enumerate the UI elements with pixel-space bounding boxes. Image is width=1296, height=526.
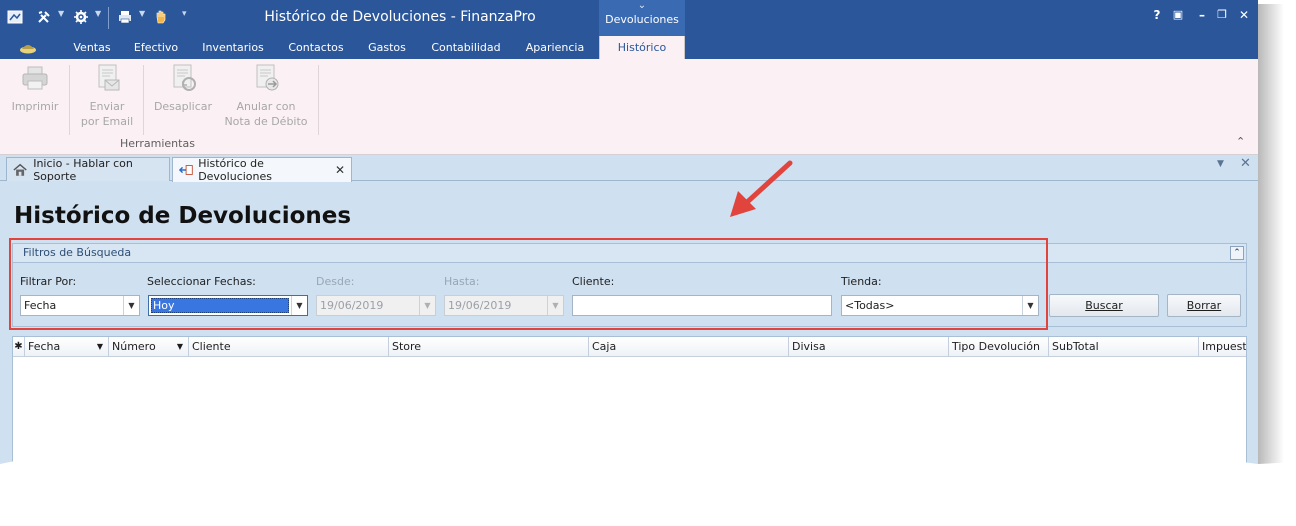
collapse-filters-button[interactable]: ⌃ [1230, 246, 1244, 260]
ribbon-group-label: Herramientas [120, 137, 195, 150]
col-fecha-label: Fecha [28, 340, 61, 353]
col-caja-label: Caja [592, 340, 617, 353]
send-email-button[interactable]: Enviar por Email [75, 63, 139, 129]
grid-header: ✱ Fecha ▼ Número ▼ Cliente Store Caja Divi… [13, 337, 1246, 357]
search-button[interactable]: Buscar [1049, 294, 1159, 317]
highlight-box [9, 238, 1048, 330]
home-icon [13, 163, 27, 176]
unapply-button[interactable]: Desaplicar [150, 63, 216, 114]
annotation-arrow [730, 160, 793, 217]
close-document-icon[interactable]: ✕ [1240, 156, 1251, 171]
email-document-icon [98, 64, 120, 91]
restore-ribbon-button[interactable]: ▣ [1170, 8, 1186, 26]
col-divisa-label: Divisa [792, 340, 826, 353]
col-header-impuesto[interactable]: Impuesto [1199, 337, 1246, 357]
void-debit-note-button[interactable]: Anular con Nota de Débito [222, 63, 310, 129]
col-header-store[interactable]: Store [389, 337, 589, 357]
context-tab-group: ⌄ Devoluciones [599, 0, 685, 36]
grid-selector-icon[interactable]: ✱ [13, 337, 25, 357]
filter-dropdown-icon[interactable]: ▼ [97, 337, 103, 357]
col-store-label: Store [392, 340, 422, 353]
col-header-caja[interactable]: Caja [589, 337, 789, 357]
tab-apariencia[interactable]: Apariencia [518, 36, 592, 59]
send-email-label-1: Enviar [89, 100, 125, 113]
unapply-document-icon [173, 64, 196, 91]
col-subtotal-label: SubTotal [1052, 340, 1099, 353]
void-document-icon [256, 64, 279, 91]
chevron-down-icon: ⌄ [637, 0, 647, 11]
context-tab-label: Devoluciones [605, 13, 679, 26]
separator [143, 65, 144, 135]
col-header-cliente[interactable]: Cliente [189, 337, 389, 357]
col-header-fecha[interactable]: Fecha ▼ [25, 337, 109, 357]
void-debit-label-1: Anular con [236, 100, 296, 113]
tab-historico[interactable]: Histórico [599, 36, 685, 59]
ribbon-panel: Imprimir Enviar por Email Desaplicar Anu… [0, 59, 1258, 155]
col-cliente-label: Cliente [192, 340, 231, 353]
doc-tab-returns-label: Histórico de Devoluciones [198, 157, 272, 183]
tab-ventas[interactable]: Ventas [64, 36, 120, 59]
app-logo-icon[interactable] [18, 41, 38, 54]
col-header-numero[interactable]: Número ▼ [109, 337, 189, 357]
page-title: Histórico de Devoluciones [14, 203, 352, 229]
drop-shadow [1258, 4, 1284, 494]
separator [318, 65, 319, 135]
printer-icon [22, 66, 48, 90]
unapply-label: Desaplicar [153, 100, 213, 113]
torn-edge [0, 456, 1296, 526]
col-header-subtotal[interactable]: SubTotal [1049, 337, 1199, 357]
close-button[interactable]: ✕ [1236, 8, 1252, 26]
document-tabs: Inicio - Hablar con Soporte Histórico de… [0, 155, 1258, 183]
void-debit-label-2: Nota de Débito [224, 115, 308, 128]
col-tipo-label: Tipo Devolución [952, 340, 1040, 353]
maximize-button[interactable]: ❐ [1214, 8, 1230, 26]
col-numero-label: Número [112, 340, 156, 353]
tab-contactos[interactable]: Contactos [280, 36, 352, 59]
doc-tab-returns-history[interactable]: Histórico de Devoluciones ✕ [172, 157, 352, 183]
return-document-icon [179, 165, 193, 175]
tab-efectivo[interactable]: Efectivo [126, 36, 186, 59]
clear-button[interactable]: Borrar [1167, 294, 1241, 317]
send-email-label-2: por Email [80, 115, 134, 128]
col-impuesto-label: Impuesto [1202, 340, 1246, 353]
col-header-tipo-devolucion[interactable]: Tipo Devolución [949, 337, 1049, 357]
tab-list-dropdown-icon[interactable]: ▼ [1217, 159, 1224, 169]
title-bar: ▼ ▼ ▼ ▾ Histórico de Devoluciones - Fina… [0, 0, 1258, 36]
tab-inventarios[interactable]: Inventarios [194, 36, 272, 59]
tab-gastos[interactable]: Gastos [360, 36, 414, 59]
close-tab-icon[interactable]: ✕ [335, 163, 345, 177]
print-button[interactable]: Imprimir [6, 63, 64, 114]
doc-tab-home[interactable]: Inicio - Hablar con Soporte [6, 156, 170, 183]
tab-contabilidad[interactable]: Contabilidad [422, 36, 510, 59]
minimize-button[interactable]: – [1194, 8, 1210, 26]
help-button[interactable]: ? [1149, 8, 1165, 26]
application-window: ▼ ▼ ▼ ▾ Histórico de Devoluciones - Fina… [0, 0, 1258, 500]
col-header-divisa[interactable]: Divisa [789, 337, 949, 357]
separator [69, 65, 70, 135]
filter-dropdown-icon[interactable]: ▼ [177, 337, 183, 357]
print-label: Imprimir [11, 100, 59, 113]
ribbon-tabs: Ventas Efectivo Inventarios Contactos Ga… [0, 36, 1258, 59]
doc-tab-home-label: Inicio - Hablar con Soporte [33, 156, 133, 183]
collapse-ribbon-button[interactable]: ⌃ [1236, 135, 1245, 148]
